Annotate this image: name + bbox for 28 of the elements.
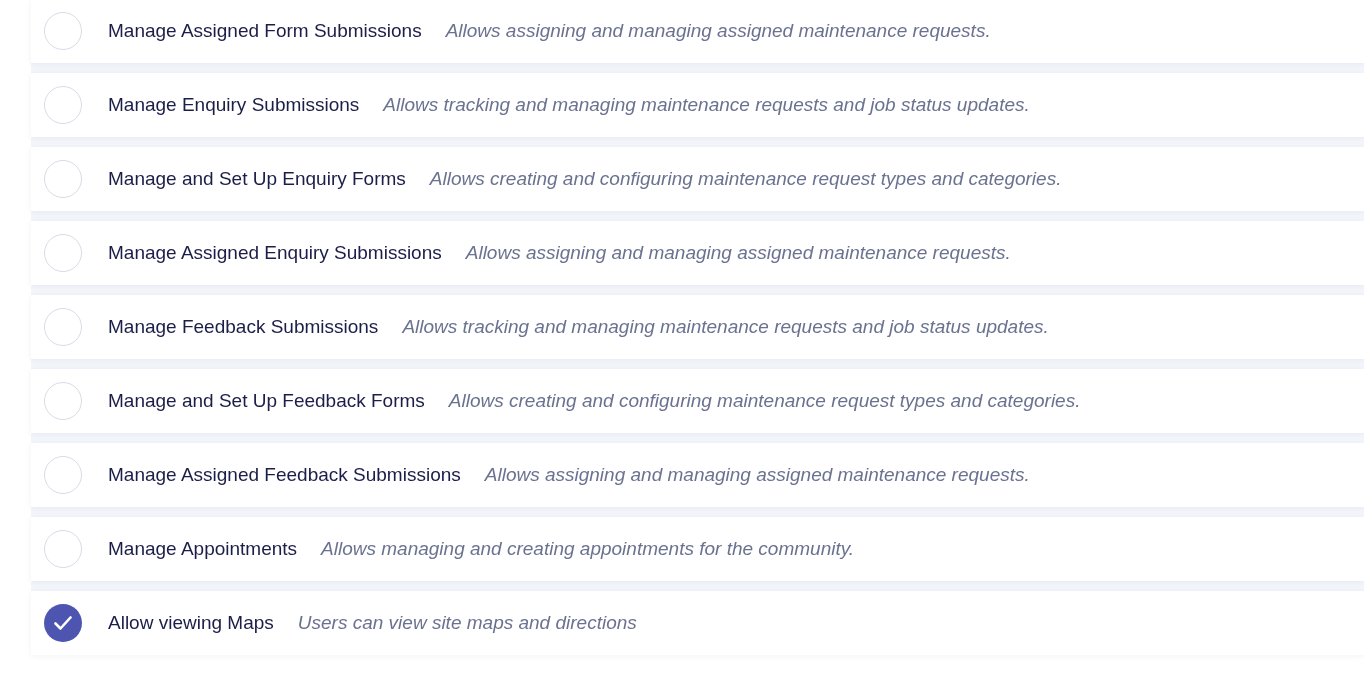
permission-title: Manage Assigned Form Submissions bbox=[108, 18, 422, 43]
checkbox[interactable] bbox=[44, 12, 82, 50]
permission-description: Allows creating and configuring maintenance request types and categories. bbox=[429, 166, 1062, 191]
permission-title: Allow viewing Maps bbox=[108, 610, 274, 635]
checkbox[interactable] bbox=[44, 382, 82, 420]
permission-description: Allows creating and configuring maintenance request types and categories. bbox=[448, 388, 1081, 413]
checkbox[interactable] bbox=[44, 234, 82, 272]
checkbox[interactable] bbox=[44, 530, 82, 568]
permission-description: Allows managing and creating appointments for the community. bbox=[321, 536, 855, 561]
check-icon bbox=[54, 616, 72, 630]
permission-title: Manage Assigned Feedback Submissions bbox=[108, 462, 461, 487]
permission-title: Manage and Set Up Feedback Forms bbox=[108, 388, 425, 413]
permission-description: Allows assigning and managing assigned maintenance requests. bbox=[465, 240, 1011, 265]
permission-title: Manage Appointments bbox=[108, 536, 298, 561]
permission-title: Manage Feedback Submissions bbox=[108, 314, 379, 339]
permission-title: Manage and Set Up Enquiry Forms bbox=[108, 166, 406, 191]
permission-description: Users can view site maps and directions bbox=[297, 610, 637, 635]
permission-description: Allows assigning and managing assigned maintenance requests. bbox=[484, 462, 1030, 487]
checkbox[interactable] bbox=[44, 456, 82, 494]
permission-title: Manage Assigned Enquiry Submissions bbox=[108, 240, 442, 265]
checkbox[interactable] bbox=[44, 604, 82, 642]
checkbox[interactable] bbox=[44, 160, 82, 198]
checkbox[interactable] bbox=[44, 308, 82, 346]
permission-description: Allows tracking and managing maintenance requests and job status updates. bbox=[402, 314, 1049, 339]
checkbox[interactable] bbox=[44, 86, 82, 124]
permission-title: Manage Enquiry Submissions bbox=[108, 92, 360, 117]
permission-description: Allows assigning and managing assigned maintenance requests. bbox=[445, 18, 991, 43]
permission-description: Allows tracking and managing maintenance requests and job status updates. bbox=[383, 92, 1030, 117]
